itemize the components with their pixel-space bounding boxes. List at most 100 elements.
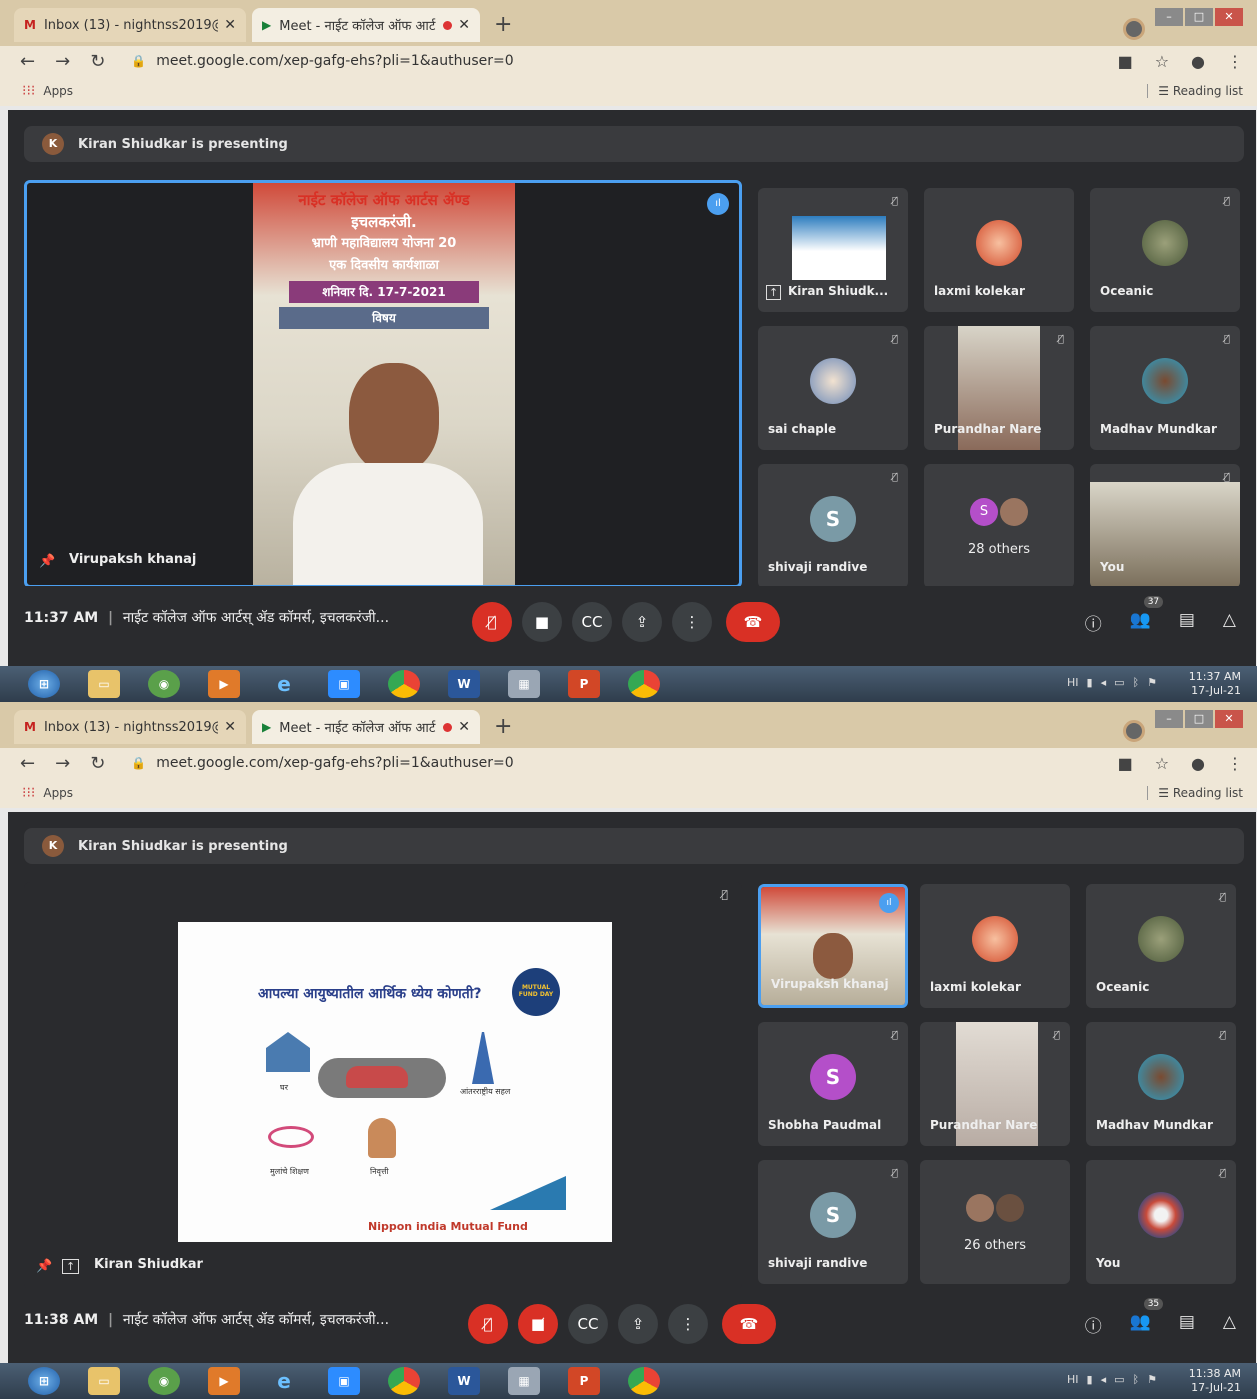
chrome-icon[interactable] [388, 670, 420, 698]
present-icon[interactable]: ⇪ [622, 602, 662, 642]
extension-icon[interactable]: ● [1191, 754, 1205, 773]
participant-tile[interactable]: 26 others [920, 1160, 1070, 1284]
profile-avatar[interactable] [1123, 720, 1145, 742]
battery-icon[interactable]: ▭ [1114, 1373, 1124, 1386]
powerpoint-icon[interactable]: P [568, 670, 600, 698]
participant-tile[interactable]: ıl Virupaksh khanaj [758, 884, 908, 1008]
present-icon[interactable]: ⇪ [618, 1304, 658, 1344]
minimize-icon[interactable]: – [1155, 8, 1183, 26]
captions-icon[interactable]: CC [568, 1304, 608, 1344]
media-center-icon[interactable]: ◉ [148, 1367, 180, 1395]
main-presentation[interactable]: 🎙̸ आपल्या आयुष्यातील आर्थिक ध्येय कोणती?… [24, 882, 742, 1290]
pin-icon[interactable]: 📌 [36, 1259, 52, 1274]
calculator-icon[interactable]: ▦ [508, 1367, 540, 1395]
menu-kebab-icon[interactable]: ⋮ [1227, 754, 1243, 773]
bookmark-star-icon[interactable]: ☆ [1155, 52, 1169, 71]
people-icon[interactable]: 👥 37 [1130, 596, 1164, 635]
end-call-icon[interactable]: ☎ [722, 1304, 776, 1344]
camera-indicator-icon[interactable]: ■ [1118, 52, 1133, 71]
bookmark-star-icon[interactable]: ☆ [1155, 754, 1169, 773]
bluetooth-icon[interactable]: ᛒ [1133, 676, 1140, 689]
media-center-icon[interactable]: ◉ [148, 670, 180, 698]
minimize-icon[interactable]: – [1155, 710, 1183, 728]
activities-icon[interactable]: △ [1223, 1312, 1236, 1337]
volume-icon[interactable]: ◂ [1101, 1373, 1107, 1386]
action-center-icon[interactable]: ⚑ [1147, 1373, 1157, 1386]
taskbar-clock[interactable]: 11:37 AM 17-Jul-21 [1189, 670, 1241, 698]
tab-gmail[interactable]: M Inbox (13) - nightnss2019@gmai ✕ [14, 710, 246, 744]
camera-indicator-icon[interactable]: ■ [1118, 754, 1133, 773]
main-video[interactable]: नाईट कॉलेज ऑफ आर्टस ॲण्ड इचलकरंजी. भ्राण… [24, 180, 742, 588]
participant-tile[interactable]: 🎙̸ Madhav Mundkar [1090, 326, 1240, 450]
info-icon[interactable]: ⓘ [1085, 1312, 1102, 1337]
file-explorer-icon[interactable]: ▭ [88, 1367, 120, 1395]
mic-off-icon[interactable]: 🎙̸ [468, 1304, 508, 1344]
maximize-icon[interactable]: □ [1185, 8, 1213, 26]
word-icon[interactable]: W [448, 1367, 480, 1395]
windows-start-icon[interactable]: ⊞ [28, 670, 60, 698]
participant-tile[interactable]: 🎙̸ Oceanic [1090, 188, 1240, 312]
reload-icon[interactable]: ↻ [90, 753, 105, 774]
word-icon[interactable]: W [448, 670, 480, 698]
more-icon[interactable]: ⋮ [672, 602, 712, 642]
participant-tile[interactable]: 🎙̸ sai chaple [758, 326, 908, 450]
more-icon[interactable]: ⋮ [668, 1304, 708, 1344]
chat-icon[interactable]: ▤ [1179, 610, 1195, 635]
reload-icon[interactable]: ↻ [90, 51, 105, 72]
chrome-active-icon[interactable] [628, 1367, 660, 1395]
profile-avatar[interactable] [1123, 18, 1145, 40]
zoom-icon[interactable]: ▣ [328, 1367, 360, 1395]
new-tab-icon[interactable]: + [494, 12, 512, 37]
captions-icon[interactable]: CC [572, 602, 612, 642]
participant-tile[interactable]: 🎙̸ Purandhar Nare [924, 326, 1074, 450]
taskbar-clock[interactable]: 11:38 AM 17-Jul-21 [1189, 1367, 1241, 1395]
windows-start-icon[interactable]: ⊞ [28, 1367, 60, 1395]
network-icon[interactable]: ▮ [1087, 1373, 1093, 1386]
camera-icon[interactable]: ■ [522, 602, 562, 642]
mic-off-icon[interactable]: 🎙̸ [472, 602, 512, 642]
media-player-icon[interactable]: ▶ [208, 670, 240, 698]
internet-explorer-icon[interactable]: e [268, 1367, 300, 1395]
language-indicator[interactable]: HI [1067, 1373, 1079, 1386]
apps-grid-icon[interactable]: ⁝⁝⁝ [22, 83, 35, 99]
participant-tile[interactable]: 🎙̸ S shivaji randive [758, 1160, 908, 1284]
network-icon[interactable]: ▮ [1087, 676, 1093, 689]
close-window-icon[interactable]: ✕ [1215, 8, 1243, 26]
participant-tile[interactable]: laxmi kolekar [924, 188, 1074, 312]
reading-list[interactable]: ☰ Reading list [1147, 786, 1243, 800]
pin-icon[interactable]: 📌 [39, 554, 55, 569]
camera-off-icon[interactable]: ■̸ [518, 1304, 558, 1344]
zoom-icon[interactable]: ▣ [328, 670, 360, 698]
close-tab-icon[interactable]: ✕ [224, 719, 236, 735]
participant-tile[interactable]: 🎙̸ Purandhar Nare [920, 1022, 1070, 1146]
back-icon[interactable]: ← [20, 51, 35, 72]
forward-icon[interactable]: → [55, 51, 70, 72]
url-field[interactable]: 🔒 meet.google.com/xep-gafg-ehs?pli=1&aut… [131, 53, 513, 69]
extension-icon[interactable]: ● [1191, 52, 1205, 71]
participant-tile[interactable]: 🎙̸ You [1090, 464, 1240, 588]
reading-list[interactable]: ☰ Reading list [1147, 84, 1243, 98]
activities-icon[interactable]: △ [1223, 610, 1236, 635]
battery-icon[interactable]: ▭ [1114, 676, 1124, 689]
forward-icon[interactable]: → [55, 753, 70, 774]
close-tab-icon[interactable]: ✕ [224, 17, 236, 33]
maximize-icon[interactable]: □ [1185, 710, 1213, 728]
back-icon[interactable]: ← [20, 753, 35, 774]
new-tab-icon[interactable]: + [494, 714, 512, 739]
menu-kebab-icon[interactable]: ⋮ [1227, 52, 1243, 71]
apps-grid-icon[interactable]: ⁝⁝⁝ [22, 785, 35, 801]
media-player-icon[interactable]: ▶ [208, 1367, 240, 1395]
participant-tile[interactable]: 🎙̸ S Shobha Paudmal [758, 1022, 908, 1146]
action-center-icon[interactable]: ⚑ [1147, 676, 1157, 689]
participant-tile[interactable]: 🎙̸ S shivaji randive [758, 464, 908, 588]
participant-tile[interactable]: 🎙̸ Kiran Shiudk... ↑ [758, 188, 908, 312]
tab-meet[interactable]: ▶ Meet - नाईट कॉलेज ऑफ आर्ट ✕ [252, 710, 480, 744]
chrome-icon[interactable] [388, 1367, 420, 1395]
chrome-active-icon[interactable] [628, 670, 660, 698]
participant-tile[interactable]: 🎙̸ Oceanic [1086, 884, 1236, 1008]
calculator-icon[interactable]: ▦ [508, 670, 540, 698]
participant-tile[interactable]: S 28 others [924, 464, 1074, 588]
apps-link[interactable]: Apps [43, 786, 73, 800]
internet-explorer-icon[interactable]: e [268, 670, 300, 698]
people-icon[interactable]: 👥 35 [1130, 1298, 1164, 1337]
